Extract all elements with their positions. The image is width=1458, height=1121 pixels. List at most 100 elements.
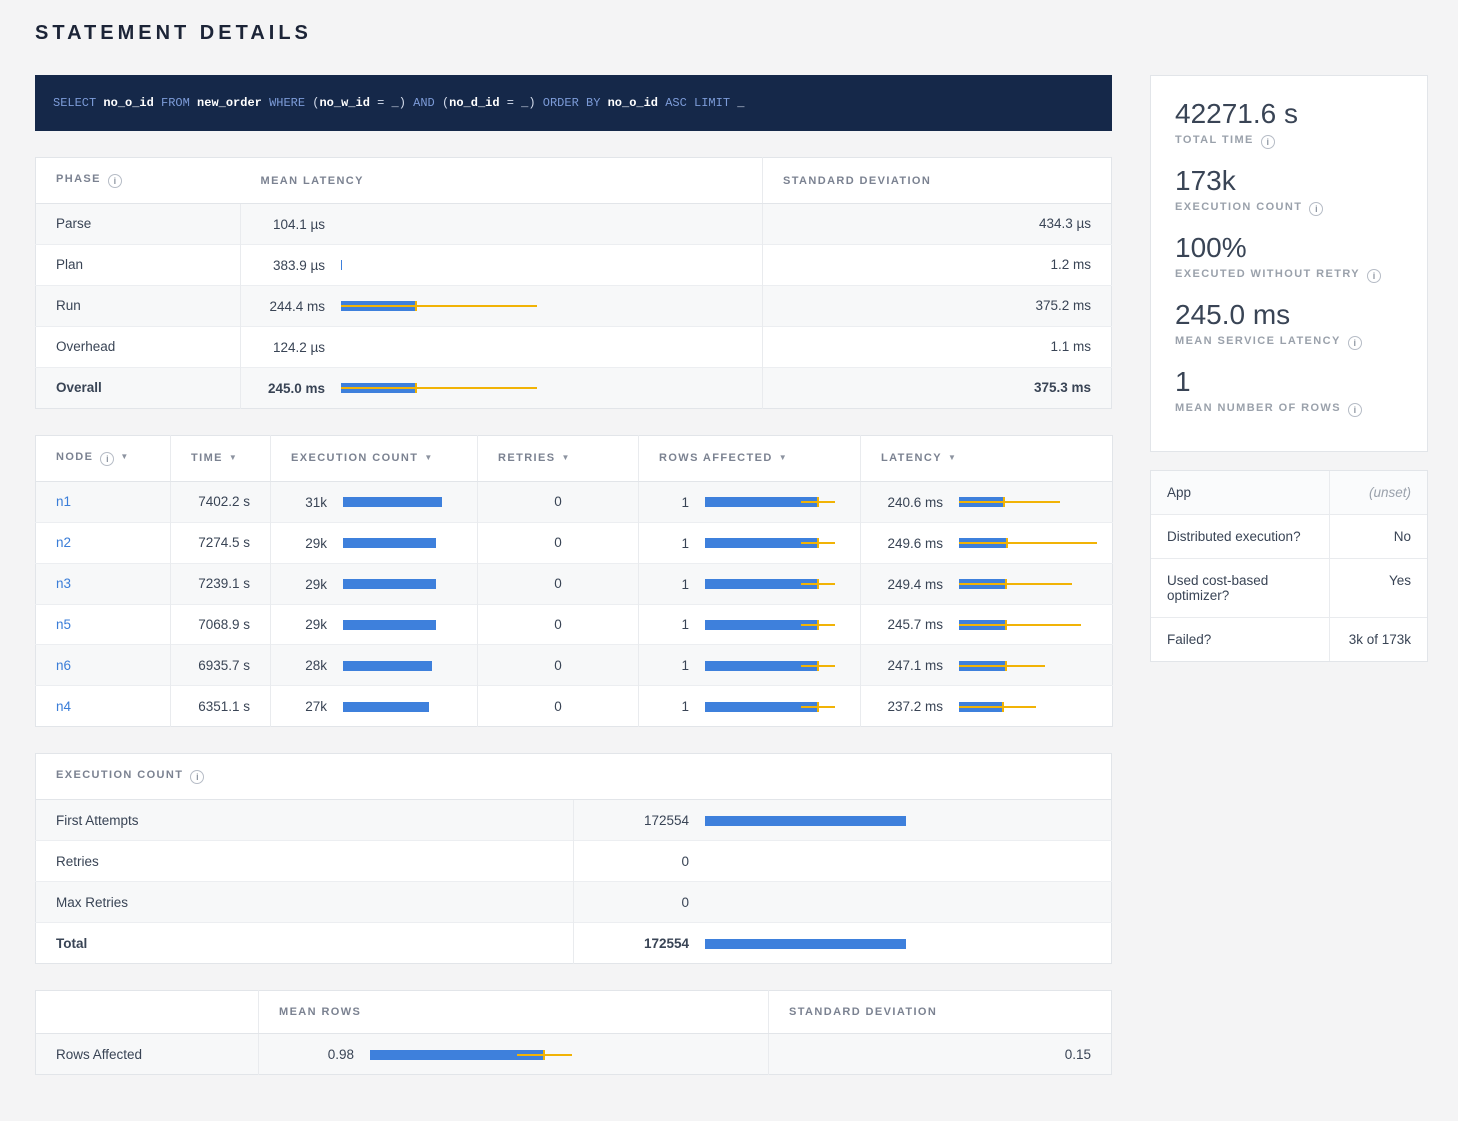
rows-affected-cell: 1 <box>639 645 861 686</box>
rows-affected-bar <box>705 619 835 631</box>
rows-affected-value: 1 <box>659 658 689 673</box>
node-link[interactable]: n5 <box>56 617 71 632</box>
column-header-mean-rows: MEAN ROWS <box>259 991 769 1034</box>
mean-tick <box>1005 579 1007 589</box>
info-icon[interactable]: i <box>1309 202 1323 216</box>
node-cell: n6 <box>36 645 171 686</box>
retries-cell: 0 <box>478 686 639 727</box>
attribute-value: Yes <box>1330 559 1427 617</box>
execution-count-cell: 31k <box>271 481 478 522</box>
rows-affected-bar <box>705 660 835 672</box>
side-column: 42271.6 sTOTAL TIMEi173kEXECUTION COUNTi… <box>1150 75 1428 662</box>
node-link[interactable]: n6 <box>56 658 71 673</box>
sql-token: _ <box>737 96 744 110</box>
stddev-whisker <box>959 501 1060 503</box>
attributes-card: App(unset)Distributed execution?NoUsed c… <box>1150 470 1428 662</box>
mean-tick <box>415 383 417 393</box>
execution-row: Retries 0 <box>36 841 1112 882</box>
mean-tick <box>1003 497 1005 507</box>
latency-value: 240.6 ms <box>881 495 943 510</box>
node-table: NODEi▼TIME▼EXECUTION COUNT▼RETRIES▼ROWS … <box>35 435 1113 728</box>
time-cell: 7274.5 s <box>171 522 271 563</box>
mean-latency-cell: 245.0 ms <box>241 367 763 408</box>
stddev-value: 1.1 ms <box>763 326 1112 367</box>
node-row: n27274.5 s29k01249.6 ms <box>36 522 1113 563</box>
time-cell: 7402.2 s <box>171 481 271 522</box>
info-icon[interactable]: i <box>100 452 114 466</box>
mean-latency-cell: 124.2 µs <box>241 326 763 367</box>
phase-name: Plan <box>36 244 241 285</box>
stddev-value: 375.2 ms <box>763 285 1112 326</box>
attribute-row: App(unset) <box>1151 471 1427 514</box>
node-row: n17402.2 s31k01240.6 ms <box>36 481 1113 522</box>
mean-tick <box>817 538 819 548</box>
execution-row-label: Retries <box>36 841 574 882</box>
summary-stat: 42271.6 sTOTAL TIMEi <box>1175 98 1403 149</box>
sql-token: WHERE <box>269 96 312 110</box>
time-cell: 6935.7 s <box>171 645 271 686</box>
phase-name: Overhead <box>36 326 241 367</box>
attribute-value: 3k of 173k <box>1330 618 1427 661</box>
mean-latency-cell: 104.1 µs <box>241 204 763 245</box>
retries-cell: 0 <box>478 604 639 645</box>
rows-affected-value: 1 <box>659 617 689 632</box>
mean-tick <box>817 620 819 630</box>
info-icon[interactable]: i <box>1348 336 1362 350</box>
node-table-header-row: NODEi▼TIME▼EXECUTION COUNT▼RETRIES▼ROWS … <box>36 435 1113 481</box>
latency-value: 245.7 ms <box>881 617 943 632</box>
info-icon[interactable]: i <box>1261 135 1275 149</box>
retries-cell: 0 <box>478 563 639 604</box>
stddev-cell: 0.15 <box>769 1034 1112 1075</box>
stddev-value: 375.3 ms <box>763 367 1112 408</box>
time-cell: 6351.1 s <box>171 686 271 727</box>
node-link[interactable]: n4 <box>56 699 71 714</box>
node-link[interactable]: n2 <box>56 535 71 550</box>
rows-affected-value: 1 <box>659 536 689 551</box>
info-icon[interactable]: i <box>1348 403 1362 417</box>
stddev-whisker <box>959 583 1072 585</box>
execution-count-bar <box>343 578 443 590</box>
mean-bar <box>343 579 436 589</box>
mean-tick <box>817 661 819 671</box>
execution-count-value: 31k <box>291 495 327 510</box>
latency-value: 247.1 ms <box>881 658 943 673</box>
execution-count-cell: 29k <box>271 522 478 563</box>
execution-row-value: 172554 <box>594 813 689 828</box>
stddev-whisker <box>959 665 1045 667</box>
execution-count-bar <box>343 496 443 508</box>
rows-affected-cell: 1 <box>639 522 861 563</box>
execution-count-cell: 27k <box>271 686 478 727</box>
mean-bar <box>341 260 342 270</box>
execution-count-value: 29k <box>291 617 327 632</box>
column-header-node[interactable]: NODEi▼ <box>36 435 171 481</box>
phase-row: Run244.4 ms375.2 ms <box>36 285 1112 326</box>
latency-value: 237.2 ms <box>881 699 943 714</box>
execution-row-value-cell: 0 <box>574 841 1112 882</box>
info-icon[interactable]: i <box>108 174 122 188</box>
mean-tick <box>817 497 819 507</box>
latency-bar <box>959 537 1109 549</box>
execution-row-value: 0 <box>594 854 689 869</box>
mean-bar <box>705 816 906 826</box>
rows-affected-value: 1 <box>659 495 689 510</box>
node-link[interactable]: n3 <box>56 576 71 591</box>
column-header-rows-affected[interactable]: ROWS AFFECTED▼ <box>639 435 861 481</box>
info-icon[interactable]: i <box>1367 269 1381 283</box>
stat-value: 100% <box>1175 232 1403 264</box>
column-header-execution-count[interactable]: EXECUTION COUNT▼ <box>271 435 478 481</box>
mean-latency-value: 383.9 µs <box>261 258 325 273</box>
execution-row-value-cell: 172554 <box>574 800 1112 841</box>
summary-stat: 245.0 msMEAN SERVICE LATENCYi <box>1175 299 1403 350</box>
sql-token: SELECT <box>53 96 103 110</box>
execution-row-value-cell: 0 <box>574 882 1112 923</box>
stddev-whisker <box>341 387 537 389</box>
node-row: n57068.9 s29k01245.7 ms <box>36 604 1113 645</box>
mean-latency-bar <box>341 382 541 394</box>
stat-label: EXECUTION COUNTi <box>1175 201 1403 216</box>
info-icon[interactable]: i <box>190 770 204 784</box>
latency-cell: 247.1 ms <box>861 645 1113 686</box>
node-link[interactable]: n1 <box>56 494 71 509</box>
column-header-latency[interactable]: LATENCY▼ <box>861 435 1113 481</box>
column-header-time[interactable]: TIME▼ <box>171 435 271 481</box>
column-header-retries[interactable]: RETRIES▼ <box>478 435 639 481</box>
